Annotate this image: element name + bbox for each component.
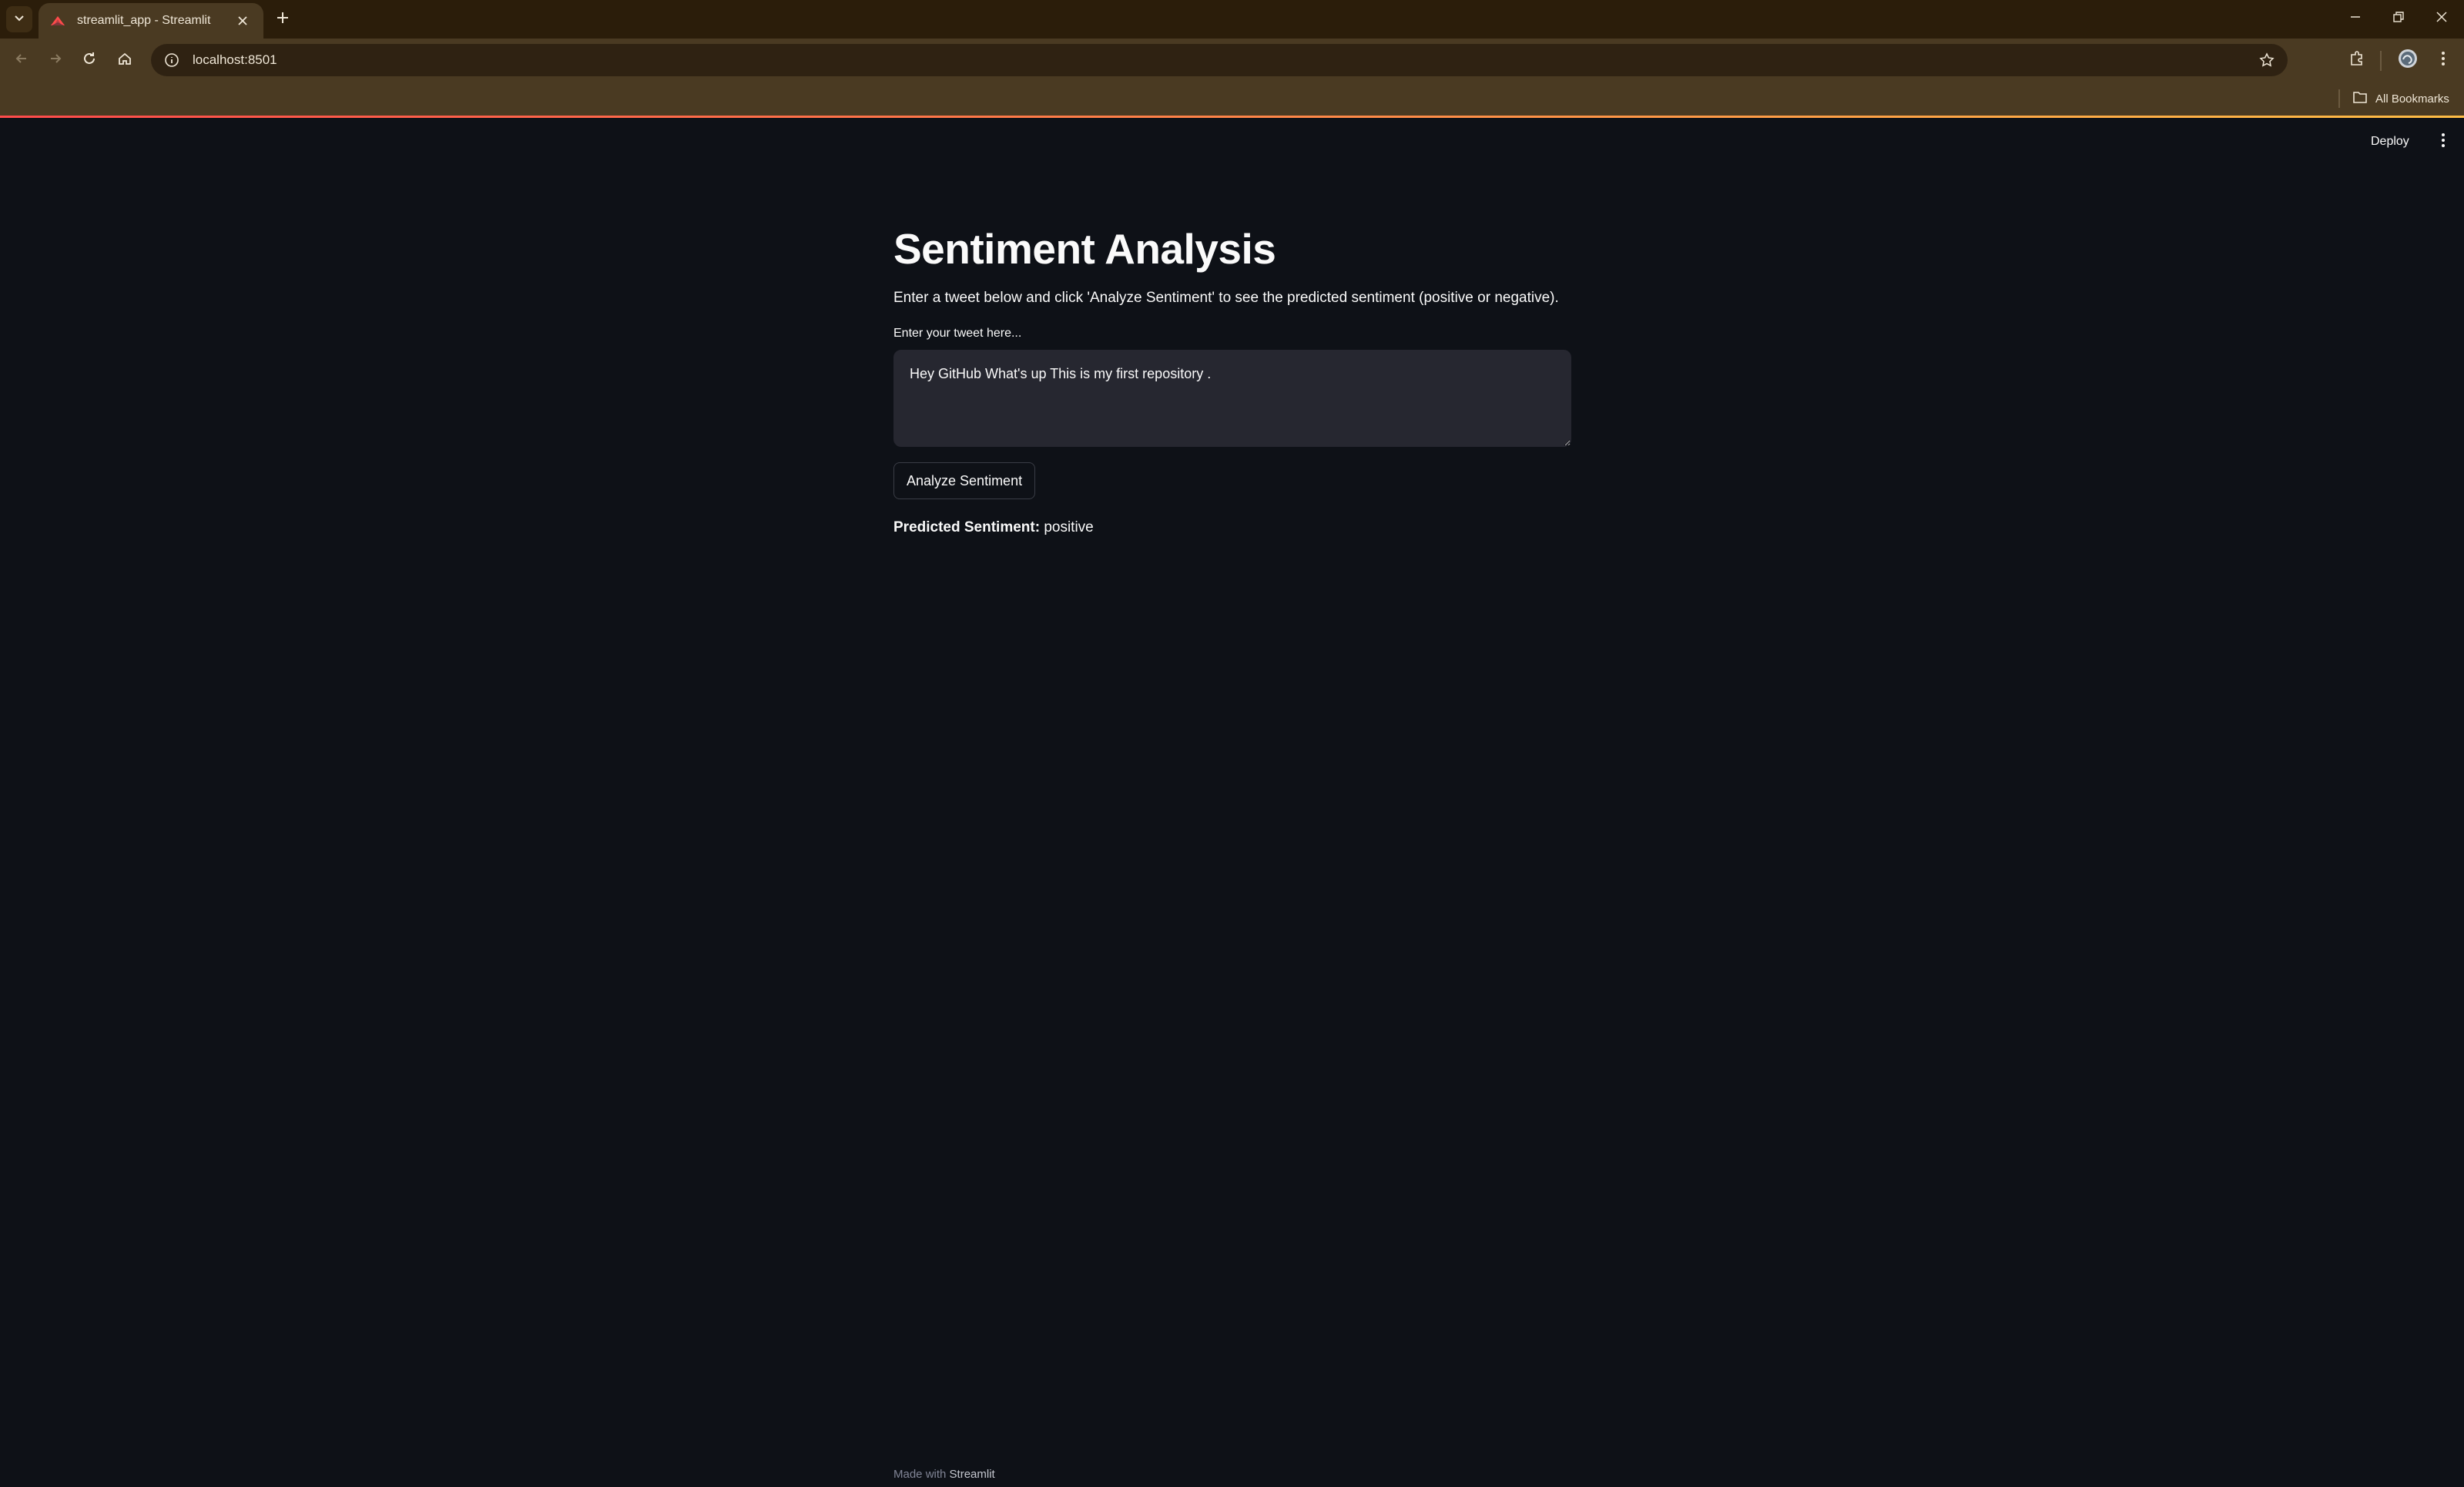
all-bookmarks-label: All Bookmarks: [2375, 92, 2449, 106]
chevron-down-icon: [13, 12, 25, 28]
minimize-icon: [2349, 11, 2362, 27]
tab-search-button[interactable]: [6, 6, 32, 32]
page-title: Sentiment Analysis: [893, 225, 1276, 273]
prediction-value: positive: [1044, 519, 1094, 535]
address-bar[interactable]: localhost:8501: [151, 44, 2288, 76]
more-vert-icon: [2441, 51, 2446, 70]
profile-button[interactable]: [2394, 46, 2422, 74]
streamlit-favicon-icon: [49, 12, 66, 29]
browser-tab-active[interactable]: streamlit_app - Streamlit: [39, 3, 263, 39]
page-description: Enter a tweet below and click 'Analyze S…: [893, 289, 1559, 306]
browser-menu-button[interactable]: [2429, 46, 2457, 74]
restore-button[interactable]: [2377, 0, 2420, 37]
all-bookmarks-button[interactable]: All Bookmarks: [2352, 88, 2449, 109]
folder-icon: [2352, 90, 2368, 108]
plus-icon: [276, 11, 290, 29]
prediction-result: Predicted Sentiment: positive: [893, 519, 1571, 536]
footer: Made with Streamlit: [893, 1468, 995, 1481]
back-arrow-icon: [14, 51, 29, 70]
bookmarks-divider: [2338, 89, 2340, 108]
close-window-button[interactable]: [2420, 0, 2463, 37]
streamlit-footer-link[interactable]: Streamlit: [950, 1468, 995, 1481]
browser-toolbar: localhost:8501: [0, 39, 2464, 82]
toolbar-divider: [2380, 51, 2382, 71]
close-window-icon: [2436, 11, 2448, 27]
home-icon: [117, 51, 132, 70]
browser-tabstrip: streamlit_app - Streamlit: [0, 0, 2464, 39]
back-button[interactable]: [8, 46, 35, 74]
reload-button[interactable]: [75, 46, 103, 74]
analyze-sentiment-button[interactable]: Analyze Sentiment: [893, 462, 1036, 499]
url-text: localhost:8501: [193, 52, 277, 67]
extensions-button[interactable]: [2343, 46, 2371, 74]
tweet-input[interactable]: Hey GitHub What's up This is my first re…: [893, 349, 1571, 447]
forward-button[interactable]: [42, 46, 69, 74]
footer-prefix: Made with: [893, 1468, 947, 1481]
new-tab-button[interactable]: [270, 6, 296, 32]
tab-title: streamlit_app - Streamlit: [77, 14, 211, 27]
forward-arrow-icon: [48, 51, 63, 70]
minimize-button[interactable]: [2334, 0, 2377, 37]
reload-icon: [82, 51, 97, 70]
close-icon[interactable]: [233, 11, 253, 31]
main-content: Sentiment Analysis Enter a tweet below a…: [893, 226, 1571, 536]
more-vert-icon: [2441, 133, 2446, 152]
home-button[interactable]: [111, 46, 139, 74]
profile-avatar-icon: [2398, 49, 2418, 72]
extensions-icon: [2348, 50, 2365, 71]
tweet-input-label: Enter your tweet here...: [893, 326, 1022, 340]
bookmarks-bar: All Bookmarks: [0, 82, 2464, 116]
app-menu-button[interactable]: [2429, 126, 2457, 157]
restore-icon: [2392, 11, 2405, 27]
prediction-label: Predicted Sentiment:: [893, 519, 1041, 535]
deploy-button[interactable]: Deploy: [2362, 126, 2419, 157]
star-icon[interactable]: [2257, 50, 2277, 70]
site-info-icon[interactable]: [162, 50, 182, 70]
streamlit-app: Deploy Sentiment Analysis Enter a tweet …: [0, 118, 2464, 1487]
